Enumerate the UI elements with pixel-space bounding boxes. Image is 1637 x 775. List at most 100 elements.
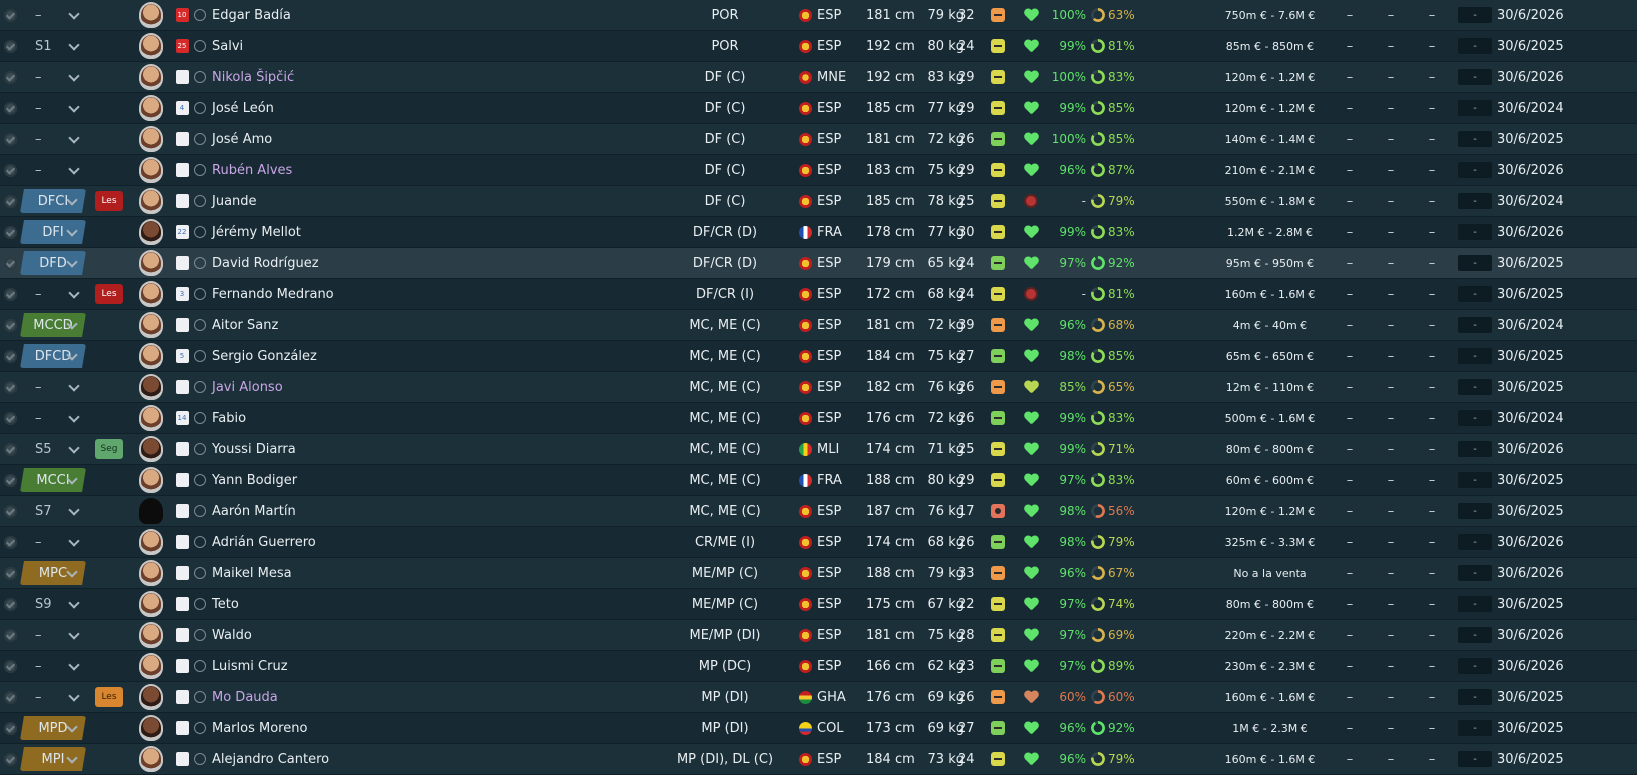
select-checkbox[interactable] (2, 744, 18, 774)
role-pill[interactable]: MPD (20, 716, 86, 740)
role-selector[interactable]: S7 (18, 496, 88, 526)
role-pill[interactable]: MCCD (20, 313, 86, 337)
player-name[interactable]: Adrián Guerrero (212, 527, 512, 557)
player-name[interactable]: Waldo (212, 620, 512, 650)
select-checkbox[interactable] (2, 496, 18, 526)
table-row[interactable]: – Javi Alonso MC, ME (C) ESP 182 cm 76 kg 26 85… (0, 372, 1637, 403)
table-row[interactable]: DFI 22 Jérémy Mellot DF/CR (D) FRA 178 cm 77 k… (0, 217, 1637, 248)
player-name[interactable]: Javi Alonso (212, 372, 512, 402)
role-pill[interactable]: – (18, 3, 88, 27)
role-selector[interactable]: – (18, 155, 88, 185)
role-pill[interactable]: DFCI (20, 189, 86, 213)
role-pill[interactable]: MPI (20, 747, 86, 771)
table-row[interactable]: – Les Mo Dauda MP (DI) GHA 176 cm 69 kg 26 60% 60… (0, 682, 1637, 713)
table-row[interactable]: – Waldo ME/MP (DI) ESP 181 cm 75 kg 28 97% 69% 22… (0, 620, 1637, 651)
table-row[interactable]: MPI Alejandro Cantero MP (DI), DL (C) ESP 18… (0, 744, 1637, 775)
table-row[interactable]: MPD Marlos Moreno MP (DI) COL 173 cm 69 kg 27 9… (0, 713, 1637, 744)
table-row[interactable]: MCCI Yann Bodiger MC, ME (C) FRA 188 cm 80 kg… (0, 465, 1637, 496)
table-row[interactable]: –14 Fabio MC, ME (C) ESP 176 cm 72 kg 26 99% 83%… (0, 403, 1637, 434)
player-name[interactable]: Fernando Medrano (212, 279, 512, 309)
select-checkbox[interactable] (2, 93, 18, 123)
table-row[interactable]: –4 José León DF (C) ESP 185 cm 77 kg 29 99% 85% 1… (0, 93, 1637, 124)
player-name[interactable]: Youssi Diarra (212, 434, 512, 464)
select-checkbox[interactable] (2, 465, 18, 495)
player-name[interactable]: David Rodríguez (212, 248, 512, 278)
role-selector[interactable]: – (18, 93, 88, 123)
select-checkbox[interactable] (2, 186, 18, 216)
select-checkbox[interactable] (2, 651, 18, 681)
table-row[interactable]: MCCD Aitor Sanz MC, ME (C) ESP 181 cm 72 kg 39… (0, 310, 1637, 341)
player-name[interactable]: Nikola Šipčić (212, 62, 512, 92)
role-selector[interactable]: – (18, 403, 88, 433)
table-row[interactable]: S1 25 Salvi POR ESP 192 cm 80 kg 24 99% 81% 85m € … (0, 31, 1637, 62)
table-row[interactable]: S5 Seg Youssi Diarra MC, ME (C) MLI 174 cm 71 … (0, 434, 1637, 465)
select-checkbox[interactable] (2, 558, 18, 588)
role-pill[interactable]: – (18, 65, 88, 89)
role-pill[interactable]: – (18, 623, 88, 647)
player-name[interactable]: Maikel Mesa (212, 558, 512, 588)
player-name[interactable]: Jérémy Mellot (212, 217, 512, 247)
role-selector[interactable]: – (18, 372, 88, 402)
player-name[interactable]: Yann Bodiger (212, 465, 512, 495)
table-row[interactable]: – Adrián Guerrero CR/ME (I) ESP 174 cm 68 kg 2… (0, 527, 1637, 558)
player-name[interactable]: Juande (212, 186, 512, 216)
player-name[interactable]: José Amo (212, 124, 512, 154)
role-pill[interactable]: DFCD (20, 344, 86, 368)
role-selector[interactable]: S9 (18, 589, 88, 619)
table-row[interactable]: – Les 3 Fernando Medrano DF/CR (I) ESP 172 cm 6… (0, 279, 1637, 310)
player-name[interactable]: Mo Dauda (212, 682, 512, 712)
select-checkbox[interactable] (2, 682, 18, 712)
select-checkbox[interactable] (2, 155, 18, 185)
role-selector[interactable]: MPC (18, 558, 88, 588)
player-name[interactable]: Rubén Alves (212, 155, 512, 185)
table-row[interactable]: – Luismi Cruz MP (DC) ESP 166 cm 62 kg 23 97% 89… (0, 651, 1637, 682)
table-row[interactable]: – Nikola Šipčić DF (C) MNE 192 cm 83 kg 29 100%… (0, 62, 1637, 93)
player-name[interactable]: Aarón Martín (212, 496, 512, 526)
player-name[interactable]: José León (212, 93, 512, 123)
role-pill[interactable]: – (18, 685, 88, 709)
role-pill[interactable]: S7 (18, 499, 88, 523)
select-checkbox[interactable] (2, 434, 18, 464)
player-name[interactable]: Luismi Cruz (212, 651, 512, 681)
table-row[interactable]: – Rubén Alves DF (C) ESP 183 cm 75 kg 29 96% 87%… (0, 155, 1637, 186)
role-selector[interactable]: S5 (18, 434, 88, 464)
table-row[interactable]: DFD David Rodríguez DF/CR (D) ESP 179 cm 65 k… (0, 248, 1637, 279)
player-name[interactable]: Fabio (212, 403, 512, 433)
role-selector[interactable]: DFI (18, 217, 88, 247)
role-selector[interactable]: – (18, 62, 88, 92)
role-selector[interactable]: – (18, 651, 88, 681)
role-selector[interactable]: MPD (18, 713, 88, 743)
role-pill[interactable]: – (18, 406, 88, 430)
select-checkbox[interactable] (2, 0, 18, 30)
role-selector[interactable]: DFD (18, 248, 88, 278)
role-selector[interactable]: MPI (18, 744, 88, 774)
select-checkbox[interactable] (2, 31, 18, 61)
role-pill[interactable]: – (18, 375, 88, 399)
role-pill[interactable]: S1 (18, 34, 88, 58)
select-checkbox[interactable] (2, 713, 18, 743)
role-pill[interactable]: MCCI (20, 468, 86, 492)
table-row[interactable]: – José Amo DF (C) ESP 181 cm 72 kg 26 100% 85% 14… (0, 124, 1637, 155)
role-selector[interactable]: – (18, 0, 88, 30)
select-checkbox[interactable] (2, 620, 18, 650)
role-selector[interactable]: DFCD (18, 341, 88, 371)
select-checkbox[interactable] (2, 248, 18, 278)
role-selector[interactable]: – (18, 124, 88, 154)
role-selector[interactable]: – (18, 682, 88, 712)
role-pill[interactable]: S9 (18, 592, 88, 616)
table-row[interactable]: DFCI Les Juande DF (C) ESP 185 cm 78 kg 25-79% 5… (0, 186, 1637, 217)
player-name[interactable]: Edgar Badía (212, 0, 512, 30)
select-checkbox[interactable] (2, 279, 18, 309)
table-row[interactable]: DFCD 5 Sergio González MC, ME (C) ESP 184 cm 7… (0, 341, 1637, 372)
table-row[interactable]: MPC Maikel Mesa ME/MP (C) ESP 188 cm 79 kg 33 9… (0, 558, 1637, 589)
select-checkbox[interactable] (2, 527, 18, 557)
select-checkbox[interactable] (2, 589, 18, 619)
role-selector[interactable]: MCCI (18, 465, 88, 495)
table-row[interactable]: S7 Aarón Martín MC, ME (C) ESP 187 cm 76 kg 17… (0, 496, 1637, 527)
player-name[interactable]: Alejandro Cantero (212, 744, 512, 774)
table-row[interactable]: S9 Teto ME/MP (C) ESP 175 cm 67 kg 22 97% 74% 80m… (0, 589, 1637, 620)
role-pill[interactable]: – (18, 158, 88, 182)
select-checkbox[interactable] (2, 403, 18, 433)
role-selector[interactable]: DFCI (18, 186, 88, 216)
select-checkbox[interactable] (2, 62, 18, 92)
